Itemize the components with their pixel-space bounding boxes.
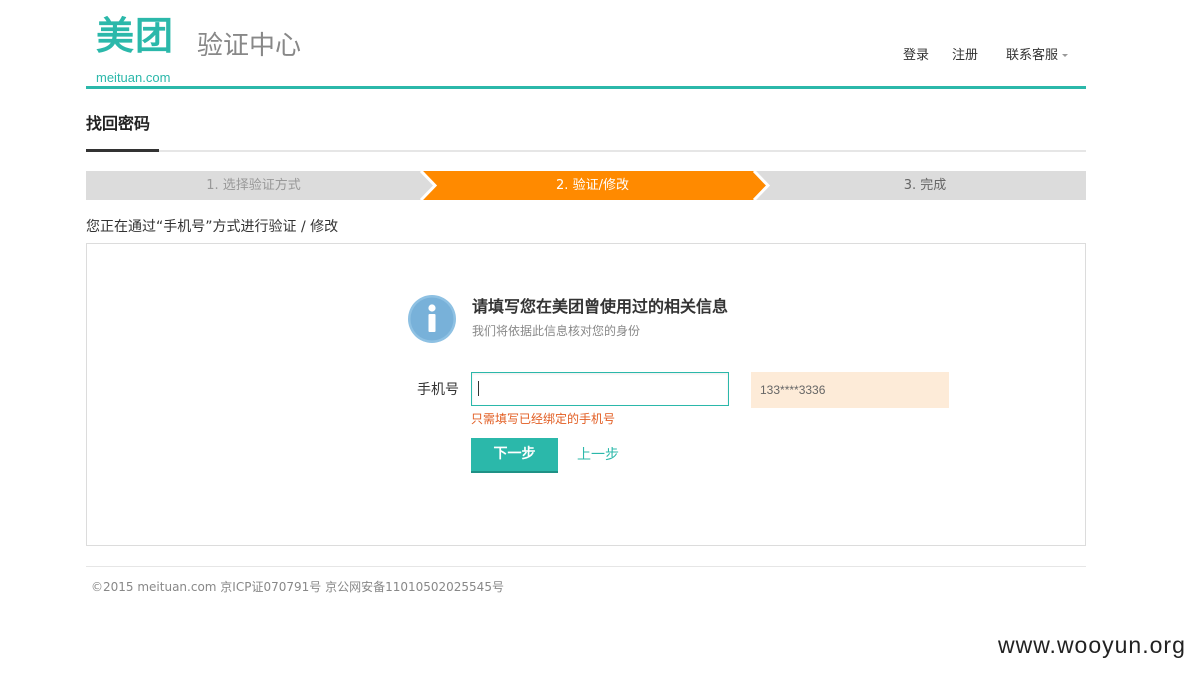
step-3-label: 3. 完成 bbox=[903, 178, 947, 193]
footer-copyright: ©2015 meituan.com 京ICP证070791号 京公网安备1101… bbox=[91, 580, 504, 594]
header-divider bbox=[86, 86, 1086, 89]
phone-error-text: 只需填写已经绑定的手机号 bbox=[471, 412, 616, 426]
logo-en-text: meituan.com bbox=[96, 70, 171, 85]
step-1-label: 1. 选择验证方式 bbox=[206, 178, 301, 193]
text-cursor bbox=[478, 381, 479, 396]
nav-register-link[interactable]: 注册 bbox=[952, 47, 978, 65]
meituan-logo[interactable]: 美团 meituan.com bbox=[96, 14, 196, 85]
prev-step-link[interactable]: 上一步 bbox=[577, 445, 619, 465]
nav-support-dropdown[interactable]: 联系客服 bbox=[1006, 47, 1069, 65]
nav-login-link[interactable]: 登录 bbox=[903, 47, 929, 65]
phone-input[interactable] bbox=[471, 372, 729, 406]
info-subtitle: 我们将依据此信息核对您的身份 bbox=[472, 324, 641, 338]
page-title: 找回密码 bbox=[86, 114, 151, 133]
footer-divider bbox=[86, 566, 1086, 567]
nav-support-label: 联系客服 bbox=[1006, 48, 1059, 63]
watermark-text: www.wooyun.org bbox=[998, 632, 1186, 658]
phone-label: 手机号 bbox=[417, 382, 459, 398]
active-tab-indicator bbox=[86, 149, 159, 152]
next-step-button[interactable]: 下一步 bbox=[471, 438, 558, 473]
progress-steps: 1. 选择验证方式 2. 验证/修改 3. 完成 bbox=[86, 171, 1086, 200]
chevron-down-icon bbox=[1062, 54, 1069, 57]
step-2-label: 2. 验证/修改 bbox=[556, 178, 629, 193]
verify-method-hint: 您正在通过“手机号”方式进行验证 / 修改 bbox=[86, 219, 339, 235]
masked-phone-hint: 133****3336 bbox=[751, 372, 949, 408]
logo-cn-text: 美团 bbox=[96, 14, 175, 58]
info-title: 请填写您在美团曾使用过的相关信息 bbox=[472, 297, 729, 316]
verify-card: 请填写您在美团曾使用过的相关信息 我们将依据此信息核对您的身份 手机号 133*… bbox=[86, 243, 1086, 546]
info-icon bbox=[408, 295, 456, 343]
tab-divider bbox=[86, 150, 1086, 152]
site-title: 验证中心 bbox=[197, 31, 302, 61]
